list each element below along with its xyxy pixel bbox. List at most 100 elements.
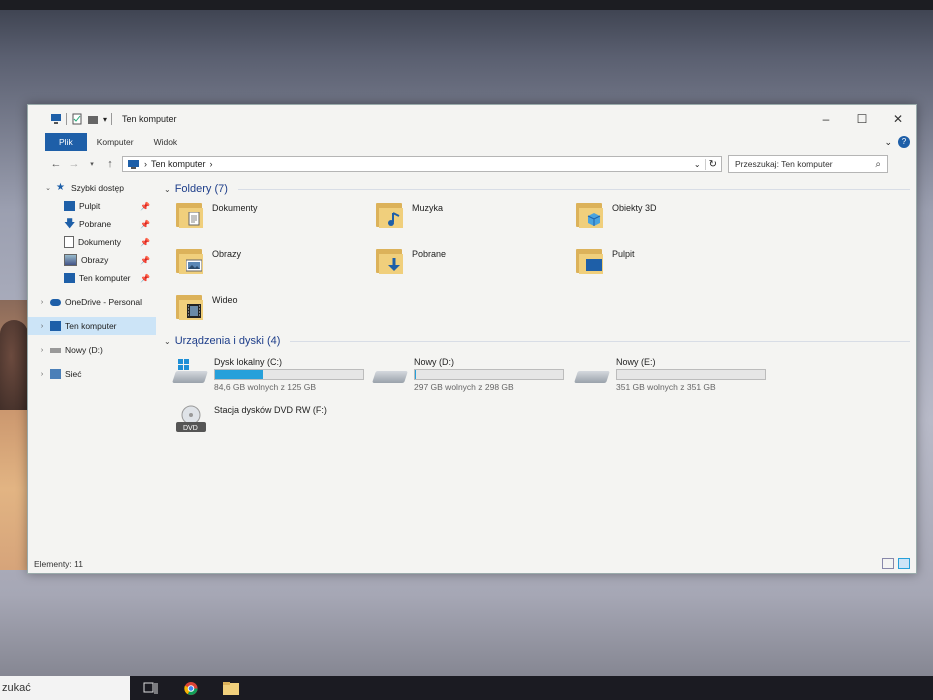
- collapse-chevron-icon[interactable]: ⌄: [164, 185, 171, 194]
- address-dropdown-chevron-icon[interactable]: ⌄: [694, 160, 701, 169]
- drive-c[interactable]: Dysk lokalny (C:) 84,6 GB wolnych z 125 …: [172, 357, 374, 397]
- search-input[interactable]: Przeszukaj: Ten komputer ⌕: [728, 155, 888, 173]
- task-view-icon[interactable]: [143, 681, 159, 696]
- sidebar-item-this-pc-pinned[interactable]: Ten komputer 📌: [28, 269, 156, 287]
- close-button[interactable]: ✕: [880, 112, 916, 126]
- sidebar-item-label: Nowy (D:): [65, 345, 103, 355]
- minimize-button[interactable]: –: [808, 112, 844, 126]
- navigation-pane: ⌄ ★ Szybki dostęp Pulpit 📌 🡇 Pobrane 📌 D…: [28, 179, 156, 549]
- sidebar-item-onedrive[interactable]: › OneDrive - Personal: [28, 293, 156, 311]
- back-button[interactable]: ←: [50, 158, 62, 170]
- sidebar-item-this-pc[interactable]: › Ten komputer: [28, 317, 156, 335]
- title-bar: ▾ Ten komputer – ☐ ✕: [28, 105, 916, 133]
- sidebar-item-network[interactable]: › Sieć: [28, 365, 156, 383]
- file-explorer-icon[interactable]: [223, 681, 239, 696]
- cloud-icon: [50, 298, 61, 306]
- folder-name: Obiekty 3D: [612, 203, 657, 213]
- folder-documents[interactable]: Dokumenty: [176, 199, 376, 237]
- expand-arrow-icon[interactable]: ›: [38, 371, 46, 378]
- details-view-icon[interactable]: [882, 558, 894, 569]
- expand-ribbon-chevron-icon[interactable]: ⌄: [884, 137, 892, 148]
- sidebar-item-label: OneDrive - Personal: [65, 297, 143, 307]
- up-button[interactable]: ↑: [104, 158, 116, 170]
- sidebar-item-documents[interactable]: Dokumenty 📌: [28, 233, 156, 251]
- collapse-arrow-icon[interactable]: ⌄: [44, 184, 52, 192]
- drives-grid: Dysk lokalny (C:) 84,6 GB wolnych z 125 …: [164, 357, 910, 445]
- folder-name: Obrazy: [212, 249, 242, 259]
- quick-access-separator: [66, 113, 67, 125]
- status-bar-item-count: Elementy: 11: [34, 559, 83, 569]
- new-folder-icon[interactable]: [87, 113, 99, 125]
- help-icon[interactable]: ?: [898, 136, 910, 148]
- breadcrumb-separator[interactable]: ›: [144, 159, 147, 169]
- folder-music[interactable]: Muzyka: [376, 199, 576, 237]
- folders-group-header[interactable]: ⌄ Foldery (7): [164, 179, 910, 199]
- folder-name: Dokumenty: [212, 203, 258, 213]
- drive-f-dvd[interactable]: DVD Stacja dysków DVD RW (F:): [174, 405, 374, 445]
- 3d-objects-folder-icon: [576, 199, 606, 229]
- taskbar-search-text: zukać: [2, 682, 31, 694]
- tab-file[interactable]: Plik: [45, 133, 87, 151]
- desktop-folder-icon: [576, 245, 606, 275]
- taskbar-search-input[interactable]: zukać: [0, 676, 130, 700]
- collapse-chevron-icon[interactable]: ⌄: [164, 337, 171, 346]
- sidebar-item-label: Pobrane: [79, 219, 112, 229]
- refresh-icon[interactable]: ↻: [704, 158, 717, 170]
- folder-desktop[interactable]: Pulpit: [576, 245, 776, 283]
- forward-button[interactable]: →: [68, 158, 80, 170]
- expand-arrow-icon[interactable]: ›: [38, 299, 46, 306]
- sidebar-item-pictures[interactable]: Obrazy 📌: [28, 251, 156, 269]
- drive-d[interactable]: Nowy (D:) 297 GB wolnych z 298 GB: [372, 357, 576, 397]
- group-divider: [237, 188, 910, 190]
- search-placeholder: Przeszukaj: Ten komputer: [735, 159, 833, 169]
- address-bar[interactable]: › Ten komputer › ⌄ ↻: [122, 156, 722, 172]
- wallpaper-dome: [0, 320, 28, 410]
- large-icons-view-icon[interactable]: [898, 558, 910, 569]
- sidebar-item-desktop[interactable]: Pulpit 📌: [28, 197, 156, 215]
- recent-locations-chevron-icon[interactable]: ▾: [86, 160, 98, 168]
- downloads-folder-icon: [376, 245, 406, 275]
- sidebar-item-label: Dokumenty: [78, 237, 121, 247]
- drive-name: Nowy (D:): [414, 357, 454, 367]
- folder-videos[interactable]: Wideo: [176, 291, 376, 329]
- drive-name: Dysk lokalny (C:): [214, 357, 283, 367]
- pin-icon: 📌: [140, 255, 150, 265]
- window-title: Ten komputer: [122, 114, 177, 124]
- chrome-icon[interactable]: [183, 681, 199, 696]
- documents-icon: [64, 236, 74, 248]
- drive-name: Stacja dysków DVD RW (F:): [214, 405, 327, 415]
- pc-icon: [50, 321, 61, 331]
- network-icon: [50, 369, 61, 379]
- group-title: Foldery (7): [174, 183, 228, 195]
- dvd-drive-icon: DVD: [174, 405, 208, 435]
- view-switcher: [882, 558, 910, 569]
- folder-pictures[interactable]: Obrazy: [176, 245, 376, 283]
- drives-group-header[interactable]: ⌄ Urządzenia i dyski (4): [164, 331, 910, 351]
- screen-bezel: [0, 0, 933, 10]
- folder-3d-objects[interactable]: Obiekty 3D: [576, 199, 776, 237]
- pc-icon: [128, 159, 139, 169]
- drive-e[interactable]: Nowy (E:) 351 GB wolnych z 351 GB: [574, 357, 776, 397]
- star-icon: ★: [56, 182, 65, 193]
- sidebar-item-drive-d[interactable]: › Nowy (D:): [28, 341, 156, 359]
- drive-icon: [50, 347, 61, 353]
- sidebar-item-downloads[interactable]: 🡇 Pobrane 📌: [28, 215, 156, 233]
- taskbar: zukać: [0, 676, 933, 700]
- breadcrumb-this-pc[interactable]: Ten komputer: [151, 159, 206, 169]
- customize-quick-access-chevron-icon[interactable]: ▾: [103, 115, 107, 124]
- maximize-button[interactable]: ☐: [844, 112, 880, 126]
- navigation-bar: ← → ▾ ↑ › Ten komputer › ⌄ ↻ Przeszukaj:…: [28, 151, 916, 177]
- sidebar-item-label: Pulpit: [79, 201, 101, 211]
- folder-downloads[interactable]: Pobrane: [376, 245, 576, 283]
- videos-folder-icon: [176, 291, 206, 321]
- tab-view[interactable]: Widok: [144, 133, 188, 151]
- properties-icon[interactable]: [71, 113, 83, 125]
- drive-name: Nowy (E:): [616, 357, 656, 367]
- expand-arrow-icon[interactable]: ›: [38, 323, 46, 330]
- expand-arrow-icon[interactable]: ›: [38, 347, 46, 354]
- breadcrumb-separator[interactable]: ›: [210, 159, 213, 169]
- sidebar-item-quick-access[interactable]: ⌄ ★ Szybki dostęp: [28, 179, 156, 197]
- music-folder-icon: [376, 199, 406, 229]
- tab-computer[interactable]: Komputer: [87, 133, 144, 151]
- drive-usage-bar: [414, 369, 564, 380]
